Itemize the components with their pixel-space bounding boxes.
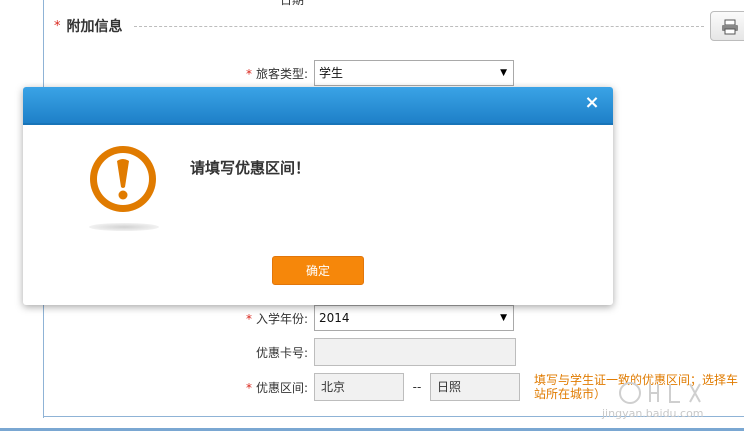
dropdown-arrow-icon: ▼ xyxy=(500,68,507,78)
section-divider xyxy=(134,26,704,27)
dialog-message: 请填写优惠区间！ xyxy=(190,159,311,177)
enroll-year-row: * 入学年份: 2014 ▼ xyxy=(236,304,514,332)
required-star: * xyxy=(54,18,61,34)
page-bottom-bar xyxy=(0,428,744,431)
section-title: 附加信息 xyxy=(66,19,123,35)
watermark-text: jingyan.baidu.com xyxy=(602,407,704,420)
icon-shadow xyxy=(89,223,159,231)
enroll-year-label: * 入学年份: xyxy=(245,311,308,326)
discount-card-label: 优惠卡号: xyxy=(255,345,308,360)
discount-card-row: 优惠卡号: xyxy=(236,338,516,366)
dropdown-arrow-icon: ▼ xyxy=(500,313,507,323)
warning-icon xyxy=(90,146,156,212)
discount-range-label: * 优惠区间: xyxy=(245,380,308,395)
confirm-button[interactable]: 确定 xyxy=(272,256,364,285)
passenger-type-select[interactable]: 学生 ▼ xyxy=(314,60,514,86)
enroll-year-select[interactable]: 2014 ▼ xyxy=(314,305,514,331)
cut-off-label: 日期 xyxy=(280,0,305,7)
close-icon[interactable]: × xyxy=(583,94,601,112)
print-icon xyxy=(722,19,738,35)
passenger-type-label: * 旅客类型: xyxy=(245,66,308,81)
discount-from-input[interactable]: 北京 xyxy=(314,373,404,401)
alert-dialog: × 请填写优惠区间！ 确定 xyxy=(23,87,613,305)
discount-range-row: * 优惠区间: 北京 -- 日照 xyxy=(236,373,520,401)
print-button[interactable] xyxy=(710,11,744,41)
discount-to-input[interactable]: 日照 xyxy=(430,373,520,401)
dialog-header: × xyxy=(23,87,613,125)
passenger-type-row: * 旅客类型: 学生 ▼ xyxy=(236,59,514,87)
additional-info-section-header: * 附加信息 xyxy=(54,16,123,36)
baidu-watermark-logo xyxy=(619,382,701,404)
discount-card-input[interactable] xyxy=(314,338,516,366)
range-separator: -- xyxy=(412,380,422,394)
